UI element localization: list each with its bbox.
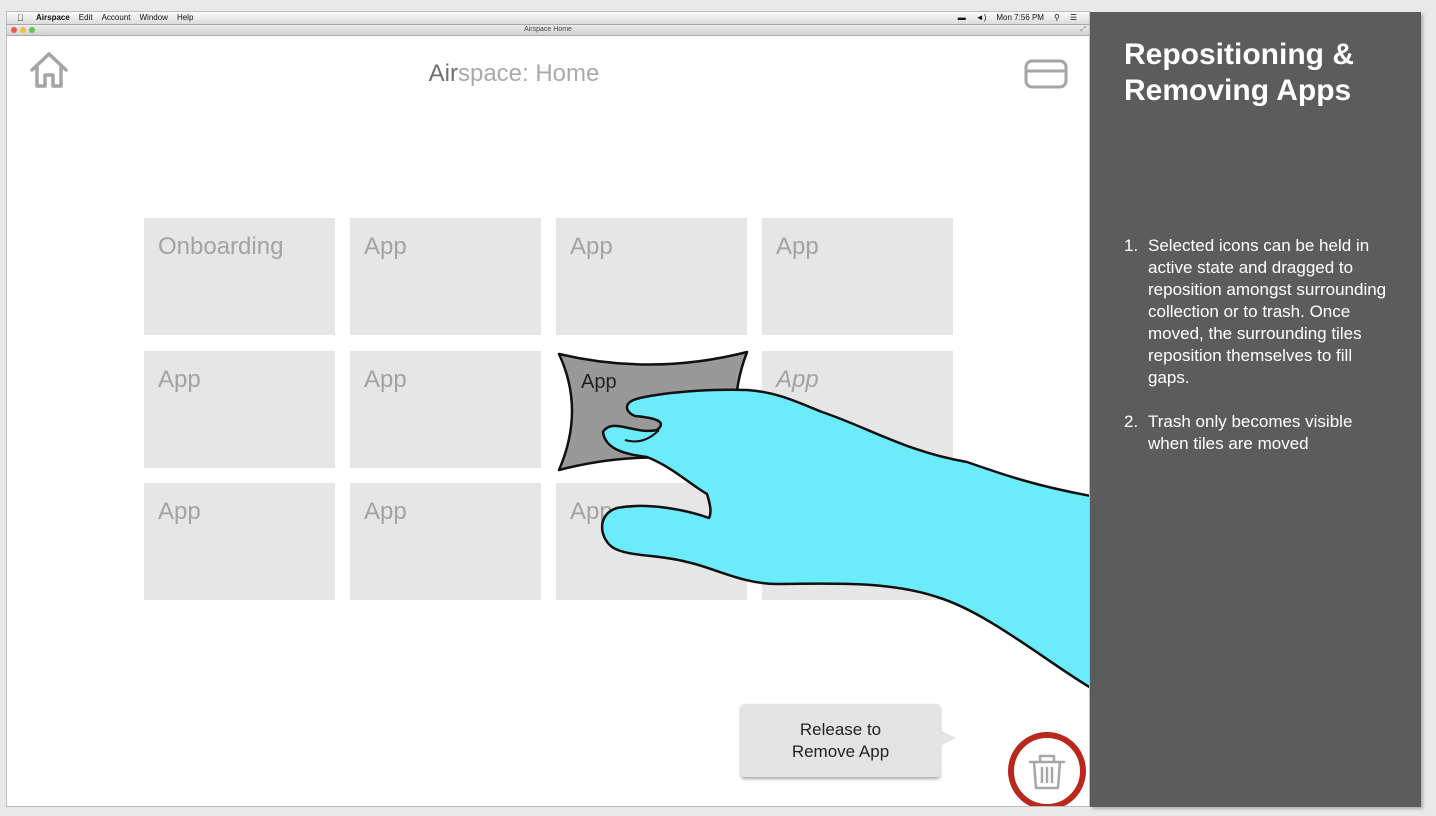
card-icon[interactable] xyxy=(1024,59,1068,89)
tooltip-line-1: Release to xyxy=(799,719,882,739)
app-tile[interactable]: App xyxy=(144,483,335,600)
note-number: 1. xyxy=(1124,236,1139,255)
menu-help[interactable]: Help xyxy=(177,12,193,24)
tooltip-line-2: Remove App xyxy=(791,741,890,761)
app-tile[interactable]: App xyxy=(556,218,747,335)
zoom-window-button[interactable] xyxy=(29,27,35,33)
annotation-note: 1. Selected icons can be held in active … xyxy=(1124,235,1394,389)
selected-tile-label: App xyxy=(581,371,617,393)
menu-edit[interactable]: Edit xyxy=(79,12,93,24)
app-tile[interactable]: App xyxy=(556,483,747,600)
page-title-strong: Air xyxy=(428,60,458,87)
apple-icon[interactable]:  xyxy=(17,12,24,24)
tile-onboarding[interactable]: Onboarding xyxy=(144,218,335,335)
menu-app-name[interactable]: Airspace xyxy=(36,12,70,24)
release-tooltip: Release to Remove App xyxy=(741,704,956,777)
page-title: Airspace: Home xyxy=(7,60,1021,88)
annotation-panel: Repositioning & Removing Apps 1. Selecte… xyxy=(1090,12,1421,807)
spotlight-search-icon[interactable]: ⚲ xyxy=(1054,12,1060,24)
menu-clock[interactable]: Mon 7:56 PM xyxy=(996,12,1044,24)
annotation-note: 2. Trash only becomes visible when tiles… xyxy=(1124,411,1394,455)
annotation-title: Repositioning & Removing Apps xyxy=(1124,38,1354,107)
note-text: Selected icons can be held in active sta… xyxy=(1148,236,1387,387)
battery-icon[interactable]: ▬ xyxy=(958,12,966,24)
notification-list-icon[interactable]: ☰ xyxy=(1070,12,1077,24)
trash-icon[interactable] xyxy=(1006,730,1090,807)
app-window:  Airspace Edit Account Window Help ▬ ◄)… xyxy=(6,11,1090,807)
menu-account[interactable]: Account xyxy=(102,12,131,24)
note-number: 2. xyxy=(1124,412,1139,431)
app-tile[interactable]: App xyxy=(144,351,335,468)
menu-window[interactable]: Window xyxy=(140,12,168,24)
menu-bar:  Airspace Edit Account Window Help ▬ ◄)… xyxy=(7,12,1089,25)
menu-items: Airspace Edit Account Window Help xyxy=(36,12,193,24)
app-tile[interactable]: App xyxy=(762,351,953,468)
close-window-button[interactable] xyxy=(11,27,17,33)
app-tile[interactable]: App xyxy=(762,483,953,600)
fullscreen-icon[interactable]: ⤢ xyxy=(1080,25,1086,35)
status-area: ▬ ◄) Mon 7:56 PM ⚲ ☰ xyxy=(958,12,1077,24)
selected-dragged-tile[interactable] xyxy=(555,350,751,472)
app-tile[interactable]: App xyxy=(350,483,541,600)
app-tile[interactable]: App xyxy=(350,351,541,468)
window-title-bar: Airspace Home ⤢ xyxy=(7,25,1089,36)
note-text: Trash only becomes visible when tiles ar… xyxy=(1148,412,1353,453)
minimize-window-button[interactable] xyxy=(20,27,26,33)
window-title: Airspace Home xyxy=(524,26,572,33)
annotation-notes: 1. Selected icons can be held in active … xyxy=(1124,235,1394,477)
page-title-rest: space: Home xyxy=(457,60,600,87)
app-tile[interactable]: App xyxy=(762,218,953,335)
volume-icon[interactable]: ◄) xyxy=(976,12,987,24)
app-tile[interactable]: App xyxy=(350,218,541,335)
